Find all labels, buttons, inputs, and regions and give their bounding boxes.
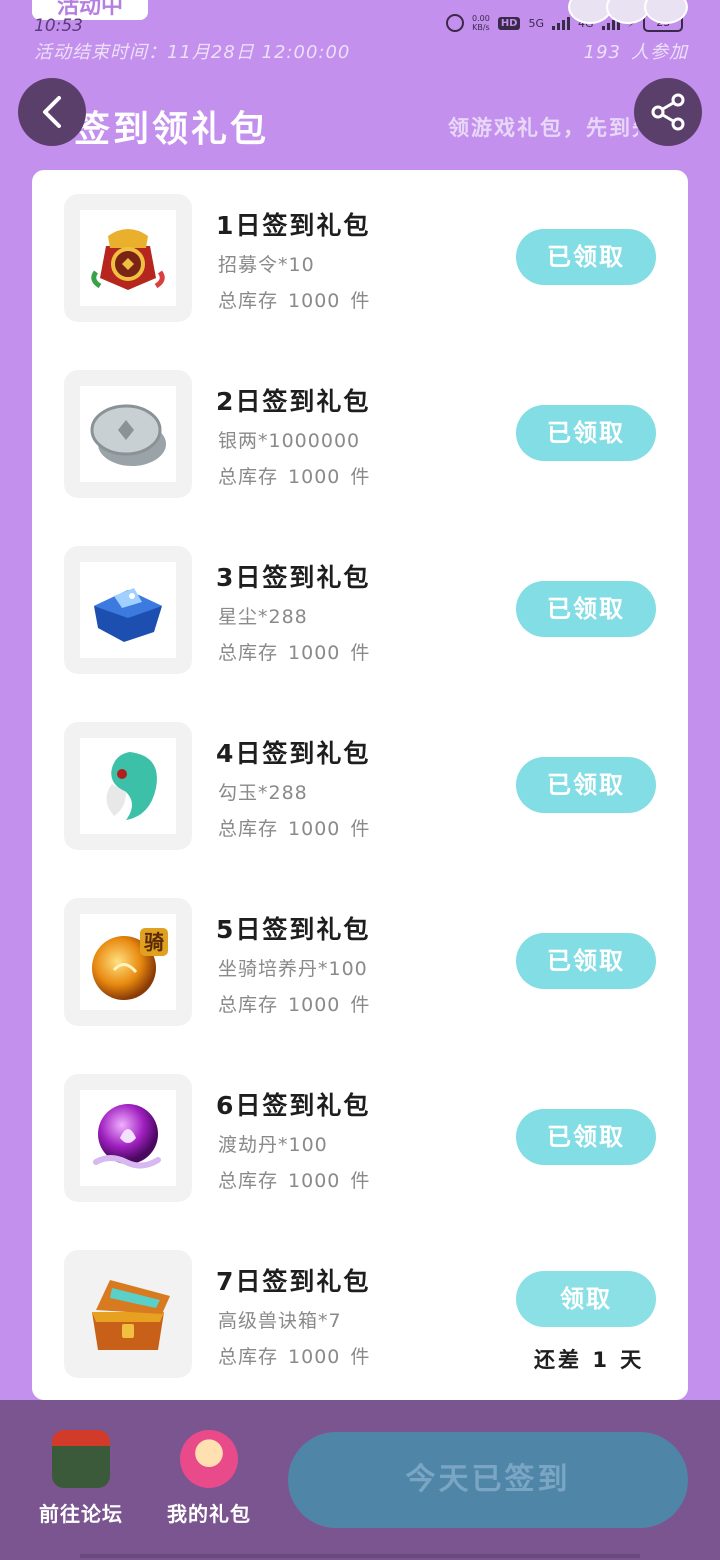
- silver-coin-icon: [90, 404, 166, 466]
- gift-stock: 总库存 1000 件: [218, 290, 371, 312]
- mount-badge: 骑: [144, 930, 164, 954]
- gift-stock: 总库存 1000 件: [218, 642, 371, 664]
- gift-stock: 总库存 1000 件: [218, 1346, 371, 1368]
- gift-name: 5日签到礼包: [216, 915, 371, 944]
- claimed-button[interactable]: 已领取: [516, 1109, 656, 1165]
- magatama-icon: [106, 752, 157, 820]
- header-slogan: 领游戏礼包，先到先得: [448, 116, 638, 140]
- forum-label: 前往论坛: [39, 1502, 123, 1526]
- gift-thumbnail: [64, 1074, 192, 1202]
- gift-name: 4日签到礼包: [216, 739, 371, 768]
- gift-list-card: 1日签到礼包 招募令*10 总库存 1000 件 已领取 2日签到礼包 银两*100…: [32, 170, 688, 1400]
- stardust-icon: [94, 588, 162, 642]
- claim-button[interactable]: 领取: [516, 1271, 656, 1327]
- gift-content: 坐骑培养丹*100: [218, 958, 368, 980]
- status-bar: 活动中 10:53 0.00KB/s HD 5G 4G ⚡ 23: [0, 0, 720, 40]
- gift-row-day7: 7日签到礼包 高级兽诀箱*7 总库存 1000 件 领取 还差 1 天: [32, 1226, 688, 1402]
- avatar: [644, 0, 688, 24]
- claimed-button[interactable]: 已领取: [516, 757, 656, 813]
- gift-row-day5: 骑 5日签到礼包 坐骑培养丹*100 总库存 1000 件 已领取: [32, 874, 688, 1050]
- gift-content: 高级兽诀箱*7: [218, 1310, 342, 1332]
- gift-stock: 总库存 1000 件: [218, 818, 371, 840]
- gift-content: 招募令*10: [218, 254, 315, 276]
- hd-icon: HD: [497, 16, 521, 30]
- gift-thumbnail: [64, 546, 192, 674]
- participant-number: 193: [583, 42, 621, 63]
- clock: 10:53: [34, 16, 83, 36]
- share-icon: [651, 93, 685, 131]
- participant-count: 193 人参加: [584, 38, 688, 64]
- gift-stock: 总库存 1000 件: [218, 994, 371, 1016]
- 5g-label: 5G: [528, 16, 545, 30]
- gift-content: 星尘*288: [218, 606, 308, 628]
- days-remaining: 还差 1 天: [534, 1348, 645, 1372]
- claimed-button[interactable]: 已领取: [516, 229, 656, 285]
- gift-thumbnail: [64, 370, 192, 498]
- mount-pill-icon: 骑: [92, 928, 168, 1000]
- signed-in-today-button[interactable]: 今天已签到: [288, 1432, 688, 1528]
- claimed-button[interactable]: 已领取: [516, 581, 656, 637]
- back-button[interactable]: [18, 78, 86, 146]
- gift-row-day1: 1日签到礼包 招募令*10 总库存 1000 件 已领取: [32, 170, 688, 346]
- my-gifts-link[interactable]: 我的礼包: [154, 1430, 264, 1527]
- gift-content: 银两*1000000: [218, 430, 361, 452]
- gift-thumbnail: [64, 722, 192, 850]
- claimed-button[interactable]: 已领取: [516, 933, 656, 989]
- gift-row-day2: 2日签到礼包 银两*1000000 总库存 1000 件 已领取: [32, 346, 688, 522]
- treasure-chest-icon: [92, 1280, 170, 1350]
- tribulation-pill-icon: [93, 1104, 161, 1169]
- page-title: 签到领礼包: [74, 109, 270, 150]
- gift-thumbnail: 骑: [64, 898, 192, 1026]
- claimed-button[interactable]: 已领取: [516, 405, 656, 461]
- gift-row-day3: 3日签到礼包 星尘*288 总库存 1000 件 已领取: [32, 522, 688, 698]
- gift-thumbnail: [64, 1250, 192, 1378]
- network-speed: 0.00 KB/s: [472, 14, 490, 32]
- gift-name: 1日签到礼包: [216, 211, 371, 240]
- gift-stock: 总库存 1000 件: [218, 1170, 371, 1192]
- gift-content: 渡劫丹*100: [218, 1134, 328, 1156]
- share-button[interactable]: [634, 78, 702, 146]
- gift-name: 2日签到礼包: [216, 387, 371, 416]
- gift-box-icon: [180, 1430, 238, 1488]
- my-gifts-label: 我的礼包: [167, 1502, 251, 1526]
- chevron-left-icon: [43, 96, 61, 128]
- gift-thumbnail: [64, 194, 192, 322]
- participant-avatars: [568, 0, 688, 24]
- gift-row-day4: 4日签到礼包 勾玉*288 总库存 1000 件 已领取: [32, 698, 688, 874]
- gift-name: 6日签到礼包: [216, 1091, 371, 1120]
- gift-name: 3日签到礼包: [216, 563, 371, 592]
- bottom-bar: 前往论坛 我的礼包 今天已签到: [0, 1400, 720, 1560]
- gift-stock: 总库存 1000 件: [218, 466, 371, 488]
- forum-game-icon: [52, 1430, 110, 1488]
- activity-end-time: 活动结束时间：11月28日 12:00:00: [34, 42, 351, 63]
- forum-link[interactable]: 前往论坛: [26, 1430, 136, 1527]
- gift-content: 勾玉*288: [218, 782, 308, 804]
- gift-row-day6: 6日签到礼包 渡劫丹*100 总库存 1000 件 已领取: [32, 1050, 688, 1226]
- signal-icon: [552, 16, 571, 30]
- gift-name: 7日签到礼包: [216, 1267, 371, 1296]
- participant-suffix: 人参加: [631, 42, 688, 63]
- home-indicator: [80, 1554, 640, 1558]
- alarm-icon: [446, 14, 464, 32]
- recruit-token-icon: [91, 229, 165, 290]
